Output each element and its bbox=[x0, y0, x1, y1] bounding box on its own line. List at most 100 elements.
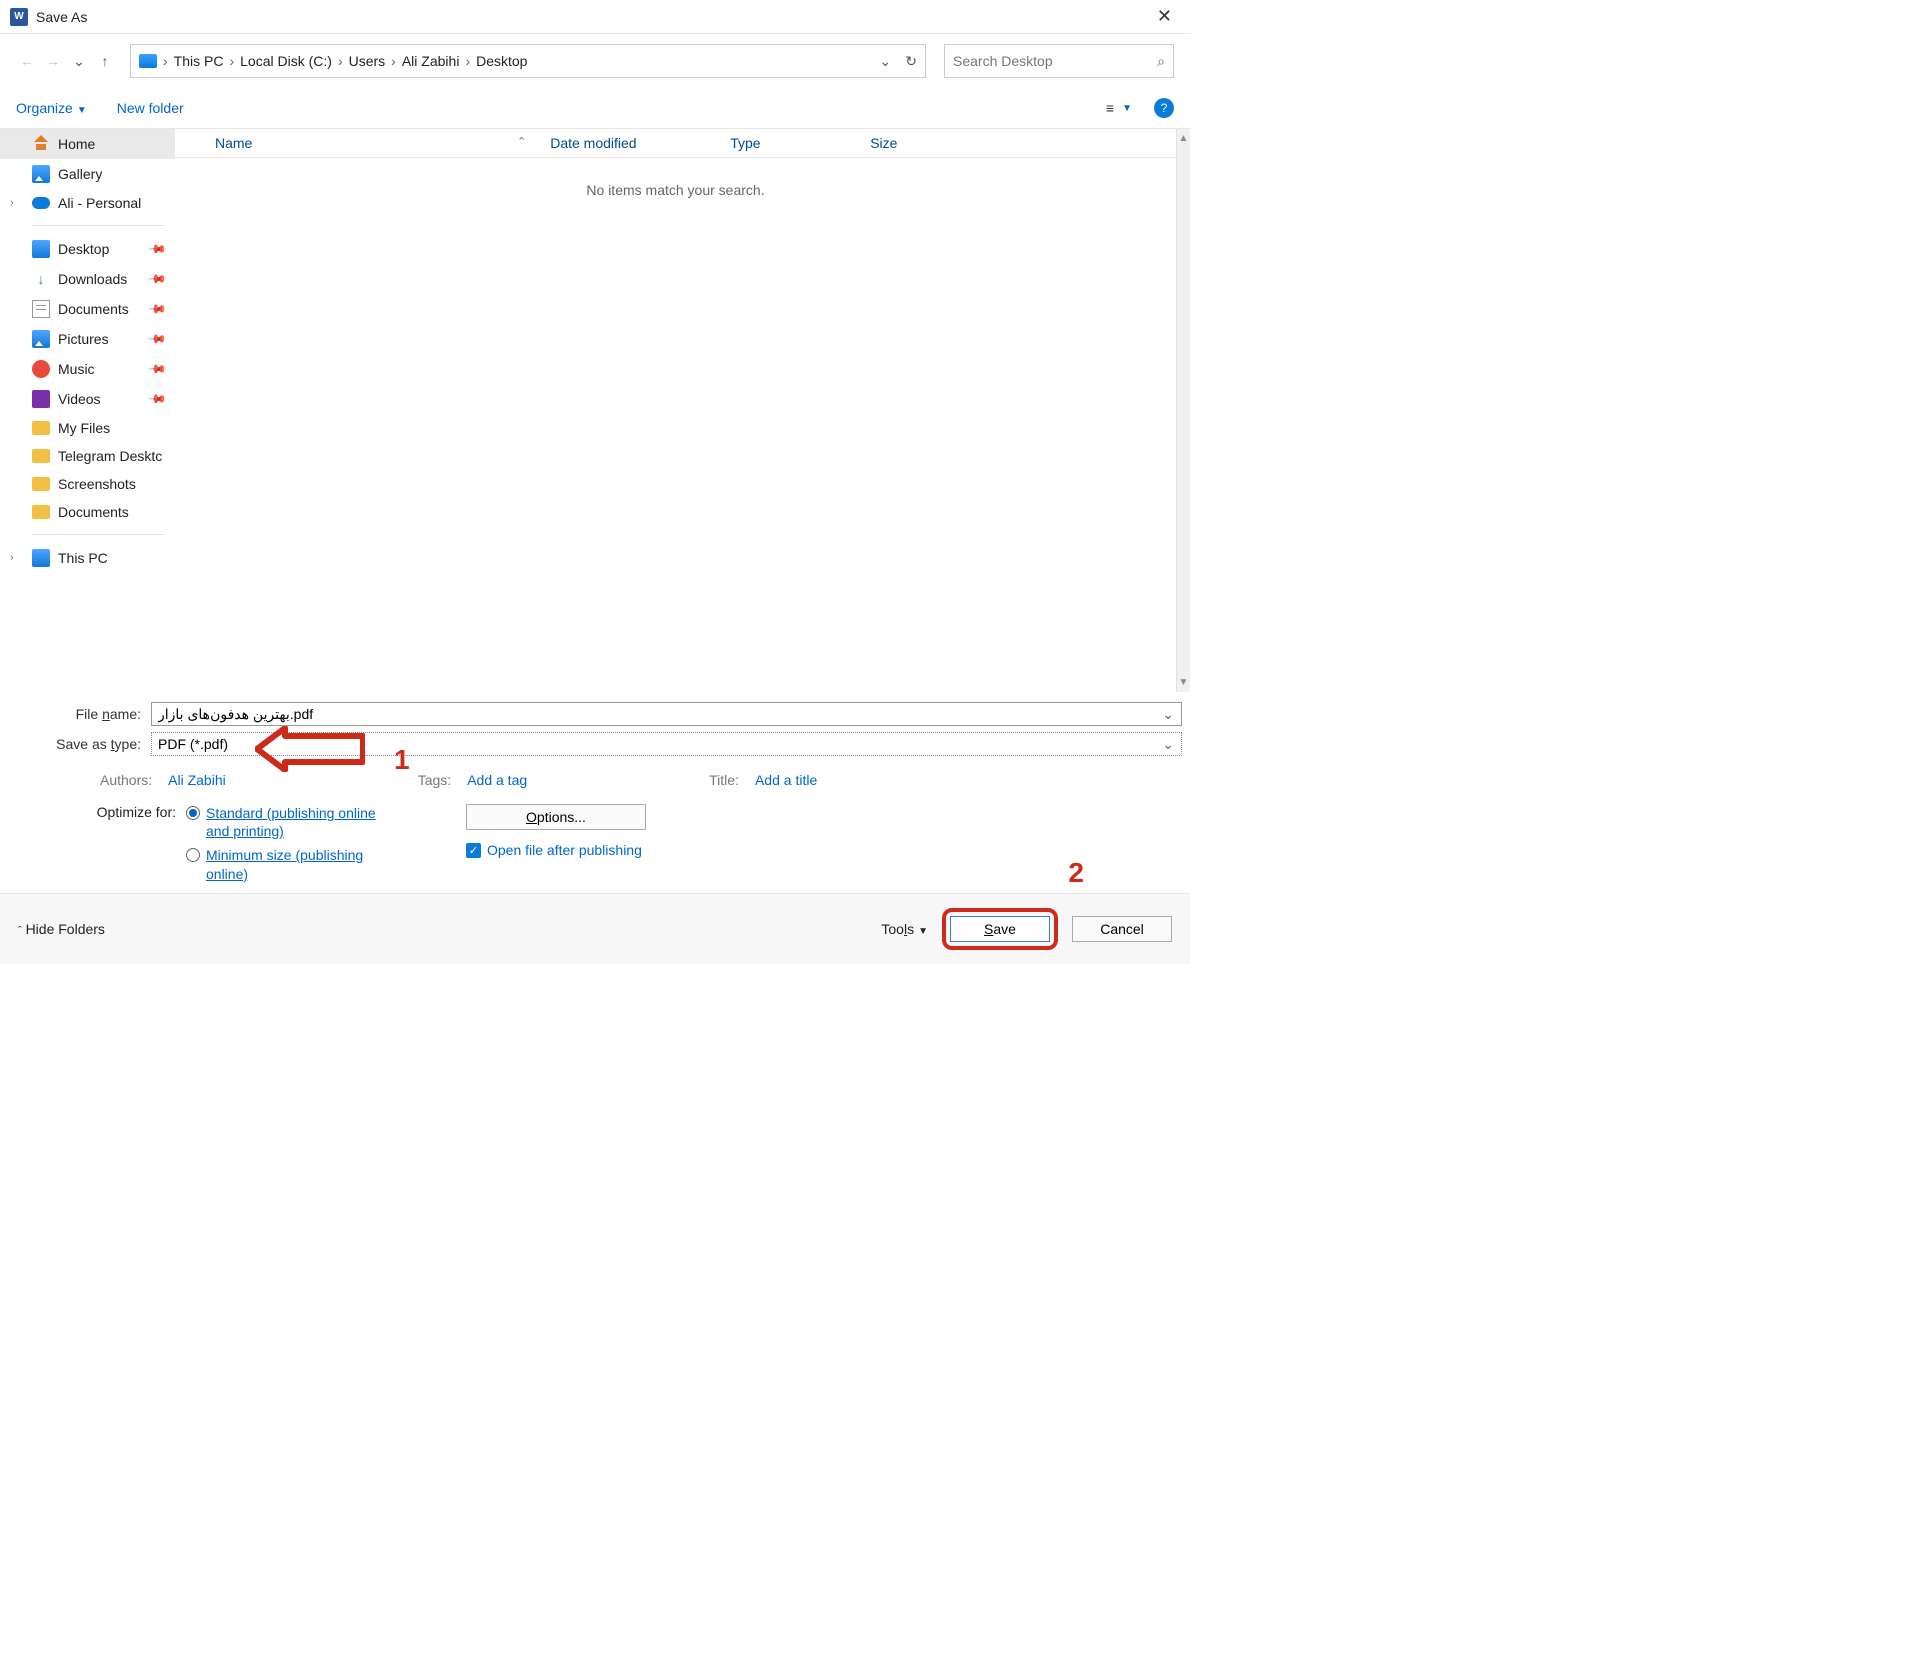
address-bar[interactable]: › This PC › Local Disk (C:) › Users › Al… bbox=[130, 44, 926, 78]
sidebar-item-home[interactable]: Home bbox=[0, 129, 175, 159]
column-name[interactable]: Name bbox=[175, 135, 505, 151]
sidebar-label: Documents bbox=[58, 301, 129, 317]
organize-menu[interactable]: Organize▼ bbox=[16, 100, 87, 116]
optimize-label: Optimize for: bbox=[16, 804, 186, 889]
breadcrumb-segment[interactable]: Ali Zabihi bbox=[402, 53, 460, 69]
breadcrumb-segment[interactable]: This PC bbox=[174, 53, 224, 69]
folder-icon bbox=[32, 421, 50, 435]
up-button[interactable]: ↑ bbox=[94, 53, 116, 69]
pin-icon[interactable]: 📌 bbox=[147, 239, 167, 259]
chevron-right-icon[interactable]: › bbox=[391, 53, 396, 69]
help-icon[interactable]: ? bbox=[1154, 98, 1174, 118]
savetype-label: Save as type: bbox=[16, 736, 151, 752]
refresh-button[interactable]: ↻ bbox=[905, 53, 917, 70]
forward-button[interactable]: → bbox=[42, 53, 64, 69]
pictures-icon bbox=[32, 330, 50, 348]
file-list-pane: Name ⌃ Date modified Type Size No items … bbox=[175, 129, 1176, 692]
sidebar-item-gallery[interactable]: Gallery bbox=[0, 159, 175, 189]
radio-label: Standard (publishing online and printing… bbox=[206, 804, 386, 840]
sidebar-item-screenshots[interactable]: Screenshots bbox=[0, 470, 175, 498]
sidebar-item-downloads[interactable]: Downloads 📌 bbox=[0, 264, 175, 294]
back-button[interactable]: ← bbox=[16, 53, 38, 69]
view-menu-icon[interactable]: ≡ bbox=[1106, 100, 1114, 116]
radio-label: Minimum size (publishing online) bbox=[206, 846, 386, 882]
sidebar-item-videos[interactable]: Videos 📌 bbox=[0, 384, 175, 414]
sidebar-item-documents2[interactable]: Documents bbox=[0, 498, 175, 526]
new-folder-button[interactable]: New folder bbox=[117, 100, 184, 116]
title-value[interactable]: Add a title bbox=[755, 772, 817, 788]
recent-locations-dropdown[interactable]: ⌄ bbox=[68, 53, 90, 70]
title-bar: W Save As ✕ bbox=[0, 0, 1190, 34]
chevron-right-icon[interactable]: › bbox=[163, 53, 168, 69]
navigation-pane: Home Gallery › Ali - Personal Desktop 📌 … bbox=[0, 129, 175, 692]
pin-icon[interactable]: 📌 bbox=[147, 299, 167, 319]
window-title: Save As bbox=[36, 9, 1149, 25]
chevron-right-icon[interactable]: › bbox=[465, 53, 470, 69]
cancel-button[interactable]: Cancel bbox=[1072, 916, 1172, 942]
pin-icon[interactable]: 📌 bbox=[147, 389, 167, 409]
annotation-number-2: 2 bbox=[1068, 857, 1084, 888]
sidebar-item-thispc[interactable]: › This PC bbox=[0, 543, 175, 573]
view-dropdown-icon[interactable]: ▼ bbox=[1122, 103, 1132, 114]
save-form: File name: ⌄ Save as type: ⌄ 1 Authors: … bbox=[0, 692, 1190, 893]
pin-icon[interactable]: 📌 bbox=[147, 359, 167, 379]
column-date[interactable]: Date modified bbox=[538, 135, 718, 151]
search-box[interactable]: ⌕ bbox=[944, 44, 1174, 78]
scrollbar[interactable]: ▲ ▼ bbox=[1176, 129, 1190, 692]
pin-icon[interactable]: 📌 bbox=[147, 269, 167, 289]
scroll-down-icon[interactable]: ▼ bbox=[1179, 677, 1189, 688]
open-after-label: Open file after publishing bbox=[487, 842, 642, 858]
tags-value[interactable]: Add a tag bbox=[467, 772, 527, 788]
address-dropdown-icon[interactable]: ⌄ bbox=[880, 53, 892, 70]
sidebar-item-music[interactable]: Music 📌 bbox=[0, 354, 175, 384]
sidebar-item-pictures[interactable]: Pictures 📌 bbox=[0, 324, 175, 354]
sidebar-label: Downloads bbox=[58, 271, 127, 287]
optimize-standard-radio[interactable]: Standard (publishing online and printing… bbox=[186, 804, 406, 840]
chevron-right-icon[interactable]: › bbox=[229, 53, 234, 69]
chevron-right-icon[interactable]: › bbox=[10, 197, 14, 209]
scroll-up-icon[interactable]: ▲ bbox=[1179, 133, 1189, 144]
annotation-number-1: 1 bbox=[394, 744, 410, 776]
command-bar: Organize▼ New folder ≡ ▼ ? bbox=[0, 92, 1190, 128]
navigation-row: ← → ⌄ ↑ › This PC › Local Disk (C:) › Us… bbox=[0, 34, 1190, 92]
column-type[interactable]: Type bbox=[718, 135, 858, 151]
sidebar-item-onedrive[interactable]: › Ali - Personal bbox=[0, 189, 175, 217]
hide-folders-toggle[interactable]: ˆ Hide Folders bbox=[18, 921, 105, 937]
breadcrumb-segment[interactable]: Local Disk (C:) bbox=[240, 53, 332, 69]
sidebar-item-myfiles[interactable]: My Files bbox=[0, 414, 175, 442]
radio-unchecked-icon bbox=[186, 848, 200, 862]
sidebar-item-documents[interactable]: Documents 📌 bbox=[0, 294, 175, 324]
chevron-right-icon[interactable]: › bbox=[10, 552, 14, 564]
column-size[interactable]: Size bbox=[858, 135, 958, 151]
sidebar-label: Telegram Desktc bbox=[58, 448, 162, 464]
close-button[interactable]: ✕ bbox=[1149, 6, 1180, 27]
dropdown-icon[interactable]: ⌄ bbox=[1162, 706, 1174, 723]
save-button[interactable]: Save bbox=[950, 916, 1050, 942]
search-icon[interactable]: ⌕ bbox=[1157, 53, 1165, 70]
document-icon bbox=[32, 300, 50, 318]
pin-icon[interactable]: 📌 bbox=[147, 329, 167, 349]
filename-input[interactable] bbox=[151, 702, 1182, 726]
authors-value[interactable]: Ali Zabihi bbox=[168, 772, 226, 788]
sidebar-item-telegram[interactable]: Telegram Desktc bbox=[0, 442, 175, 470]
gallery-icon bbox=[32, 165, 50, 183]
dropdown-icon[interactable]: ⌄ bbox=[1162, 736, 1174, 753]
breadcrumb-segment[interactable]: Users bbox=[349, 53, 386, 69]
breadcrumb-segment[interactable]: Desktop bbox=[476, 53, 527, 69]
options-button[interactable]: Options... bbox=[466, 804, 646, 830]
separator bbox=[32, 534, 165, 535]
music-icon bbox=[32, 360, 50, 378]
tools-menu[interactable]: Tools▼ bbox=[881, 921, 928, 937]
tags-label: Tags: bbox=[418, 772, 451, 788]
annotation-highlight-save: Save bbox=[942, 908, 1058, 950]
folder-icon bbox=[32, 477, 50, 491]
sidebar-label: Pictures bbox=[58, 331, 109, 347]
sidebar-label: Documents bbox=[58, 504, 129, 520]
word-icon: W bbox=[10, 8, 28, 26]
main-area: Home Gallery › Ali - Personal Desktop 📌 … bbox=[0, 128, 1190, 692]
open-after-checkbox[interactable]: ✓ Open file after publishing bbox=[466, 842, 646, 858]
optimize-minimum-radio[interactable]: Minimum size (publishing online) bbox=[186, 846, 406, 882]
search-input[interactable] bbox=[953, 53, 1157, 69]
chevron-right-icon[interactable]: › bbox=[338, 53, 343, 69]
sidebar-item-desktop[interactable]: Desktop 📌 bbox=[0, 234, 175, 264]
